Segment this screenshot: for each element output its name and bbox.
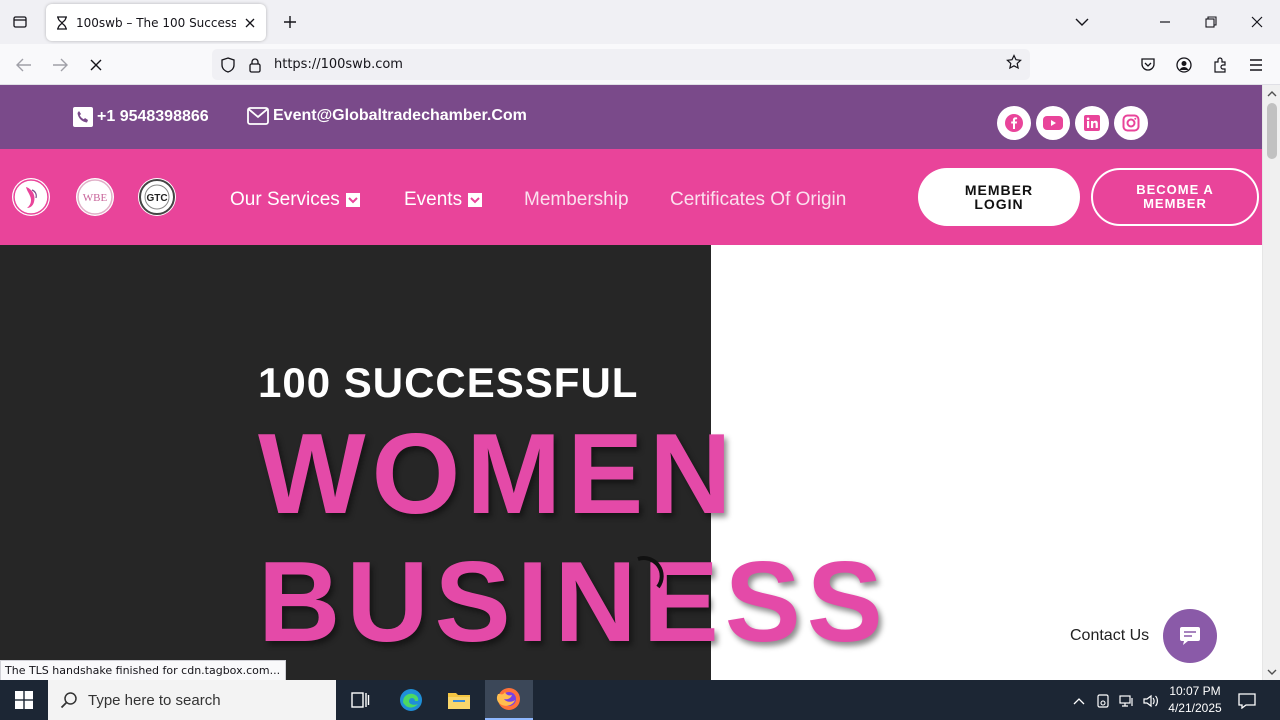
contact-us-label: Contact Us (1062, 624, 1158, 648)
logo-gtc[interactable]: GTC (138, 178, 176, 216)
browser-nav-bar: https://100swb.com (0, 44, 1280, 85)
tracking-shield-icon[interactable] (220, 56, 236, 73)
phone-contact[interactable]: +1 9548398866 (73, 107, 209, 127)
scroll-thumb[interactable] (1267, 103, 1277, 159)
task-view-icon[interactable] (336, 680, 384, 720)
logo-wbe-text: WBE (83, 192, 108, 204)
menu-events[interactable]: Events (404, 189, 483, 211)
linkedin-icon[interactable] (1075, 106, 1109, 140)
become-member-line1: BECOME A (1136, 182, 1214, 197)
member-login-button[interactable]: MEMBER LOGIN (918, 168, 1080, 226)
hero-heading-small: 100 SUCCESSFUL (258, 359, 639, 406)
bookmark-star-icon[interactable] (1006, 54, 1022, 75)
youtube-icon[interactable] (1036, 106, 1070, 140)
browser-tab-bar: 100swb – The 100 Successful Wome (0, 0, 1280, 44)
site-topbar: +1 9548398866 Event@Globaltradechamber.C… (0, 85, 1262, 149)
windows-taskbar: Type here to search 10:07 PM 4/21/2025 (0, 680, 1280, 720)
become-member-line2: MEMBER (1143, 196, 1207, 211)
loading-spinner-icon (637, 556, 664, 589)
menu-membership-label: Membership (524, 189, 629, 210)
minimize-icon[interactable] (1153, 10, 1177, 34)
browser-tab-active[interactable]: 100swb – The 100 Successful Wome (46, 4, 266, 41)
clock-time: 10:07 PM (1169, 684, 1221, 698)
instagram-icon[interactable] (1114, 106, 1148, 140)
search-icon (60, 692, 77, 709)
taskbar-search-placeholder: Type here to search (88, 691, 221, 709)
hero-heading-business: BUSINESS (258, 539, 889, 666)
chat-icon[interactable] (1163, 609, 1218, 663)
web-page: +1 9548398866 Event@Globaltradechamber.C… (0, 85, 1262, 680)
scroll-up-arrow-icon[interactable] (1267, 88, 1277, 98)
menu-our-services-label: Our Services (230, 189, 340, 210)
phone-number: +1 9548398866 (97, 108, 209, 125)
edge-browser-icon[interactable] (387, 680, 435, 720)
facebook-icon[interactable] (997, 106, 1031, 140)
menu-events-label: Events (404, 189, 463, 210)
new-tab-plus-icon[interactable] (280, 12, 300, 32)
menu-certificates-of-origin[interactable]: Certificates Of Origin (670, 189, 846, 211)
pocket-icon[interactable] (1135, 52, 1161, 78)
email-address: Event@Globaltradechamber.Com (273, 107, 527, 124)
loading-hourglass-icon (57, 15, 67, 30)
member-login-line2: LOGIN (974, 196, 1024, 212)
tab-overflow-chevron-icon[interactable] (1070, 10, 1094, 34)
firefox-icon[interactable] (485, 680, 533, 720)
menu-certificates-label: Certificates Of Origin (670, 189, 847, 210)
clock-date: 4/21/2025 (1168, 701, 1222, 715)
extensions-puzzle-icon[interactable] (1207, 52, 1233, 78)
url-bar[interactable]: https://100swb.com (212, 49, 1030, 80)
close-window-icon[interactable] (1245, 10, 1269, 34)
url-text: https://100swb.com (274, 57, 403, 72)
tray-app-icon[interactable] (1094, 692, 1112, 710)
tab-list-button[interactable] (8, 11, 32, 33)
chevron-down-icon (468, 193, 483, 207)
tab-close-icon[interactable] (242, 15, 258, 31)
hero-heading-women: WOMEN (258, 411, 738, 538)
hamburger-menu-icon[interactable] (1243, 52, 1269, 78)
email-contact[interactable]: Event@Globaltradechamber.Com (247, 107, 527, 125)
logo-wbe[interactable]: WBE (76, 178, 114, 216)
windows-start-icon[interactable] (0, 680, 48, 720)
taskbar-search-box[interactable]: Type here to search (48, 680, 336, 720)
tab-title: 100swb – The 100 Successful Wome (76, 15, 236, 30)
envelope-icon (247, 107, 269, 125)
become-member-button[interactable]: BECOME A MEMBER (1091, 168, 1259, 226)
contact-us-widget[interactable]: Contact Us (1062, 609, 1218, 663)
screen: 100swb – The 100 Successful Wome (0, 0, 1280, 720)
tray-overflow-chevron-icon[interactable] (1070, 692, 1088, 710)
notification-center-icon[interactable] (1238, 692, 1256, 710)
chevron-down-icon (345, 193, 360, 207)
menu-our-services[interactable]: Our Services (230, 189, 360, 211)
status-bar-text: The TLS handshake finished for cdn.tagbo… (0, 660, 286, 681)
forward-arrow-icon[interactable] (47, 52, 73, 78)
file-explorer-icon[interactable] (435, 680, 483, 720)
menu-membership[interactable]: Membership (524, 189, 629, 211)
lock-icon[interactable] (248, 57, 262, 73)
phone-icon (73, 107, 93, 127)
tab-list-icon (13, 16, 27, 28)
back-arrow-icon[interactable] (11, 52, 37, 78)
stop-loading-icon[interactable] (83, 52, 109, 78)
taskbar-clock[interactable]: 10:07 PM 4/21/2025 (1160, 683, 1230, 717)
logo-100-successful-women[interactable] (12, 178, 50, 216)
logo-gtc-text: GTC (146, 193, 167, 204)
network-icon[interactable] (1118, 692, 1136, 710)
site-main-nav: WBE GTC Our Services Events Membership C… (0, 149, 1262, 245)
volume-icon[interactable] (1142, 692, 1160, 710)
restore-icon[interactable] (1199, 10, 1223, 34)
page-scrollbar[interactable] (1262, 85, 1280, 680)
scroll-down-arrow-icon[interactable] (1267, 667, 1277, 677)
account-icon[interactable] (1171, 52, 1197, 78)
